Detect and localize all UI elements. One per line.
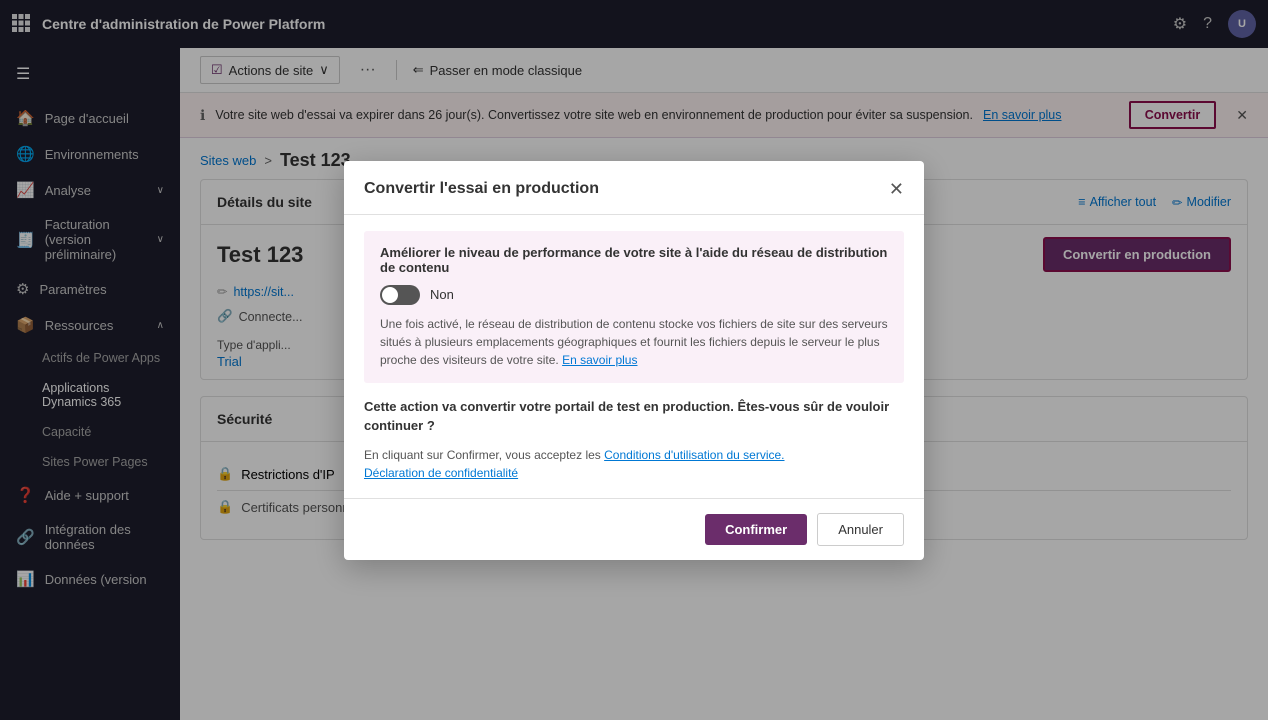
cdn-description: Une fois activé, le réseau de distributi…	[380, 315, 888, 369]
cdn-toggle[interactable]	[380, 285, 420, 305]
privacy-link[interactable]: Déclaration de confidentialité	[364, 466, 518, 480]
terms-text: En cliquant sur Confirmer, vous acceptez…	[364, 446, 904, 482]
cancel-button[interactable]: Annuler	[817, 513, 904, 546]
modal-title: Convertir l'essai en production	[364, 180, 889, 198]
modal-convert: Convertir l'essai en production ✕ Amélio…	[344, 161, 924, 560]
cdn-learn-more-link[interactable]: En savoir plus	[562, 353, 637, 367]
modal-body: Améliorer le niveau de performance de vo…	[344, 215, 924, 498]
modal-overlay[interactable]: Convertir l'essai en production ✕ Amélio…	[0, 0, 1268, 720]
toggle-row: Non	[380, 285, 888, 305]
modal-footer: Confirmer Annuler	[344, 498, 924, 560]
confirm-text: Cette action va convertir votre portail …	[364, 397, 904, 436]
cdn-section: Améliorer le niveau de performance de vo…	[364, 231, 904, 383]
confirm-button[interactable]: Confirmer	[705, 514, 807, 545]
modal-close-button[interactable]: ✕	[889, 179, 904, 200]
terms-prefix: En cliquant sur Confirmer, vous acceptez…	[364, 448, 601, 462]
terms-link[interactable]: Conditions d'utilisation du service.	[604, 448, 784, 462]
confirm-text-bold: Cette action va convertir votre portail …	[364, 399, 889, 434]
cdn-title: Améliorer le niveau de performance de vo…	[380, 245, 888, 275]
modal-header: Convertir l'essai en production ✕	[344, 161, 924, 215]
toggle-label: Non	[430, 287, 454, 302]
